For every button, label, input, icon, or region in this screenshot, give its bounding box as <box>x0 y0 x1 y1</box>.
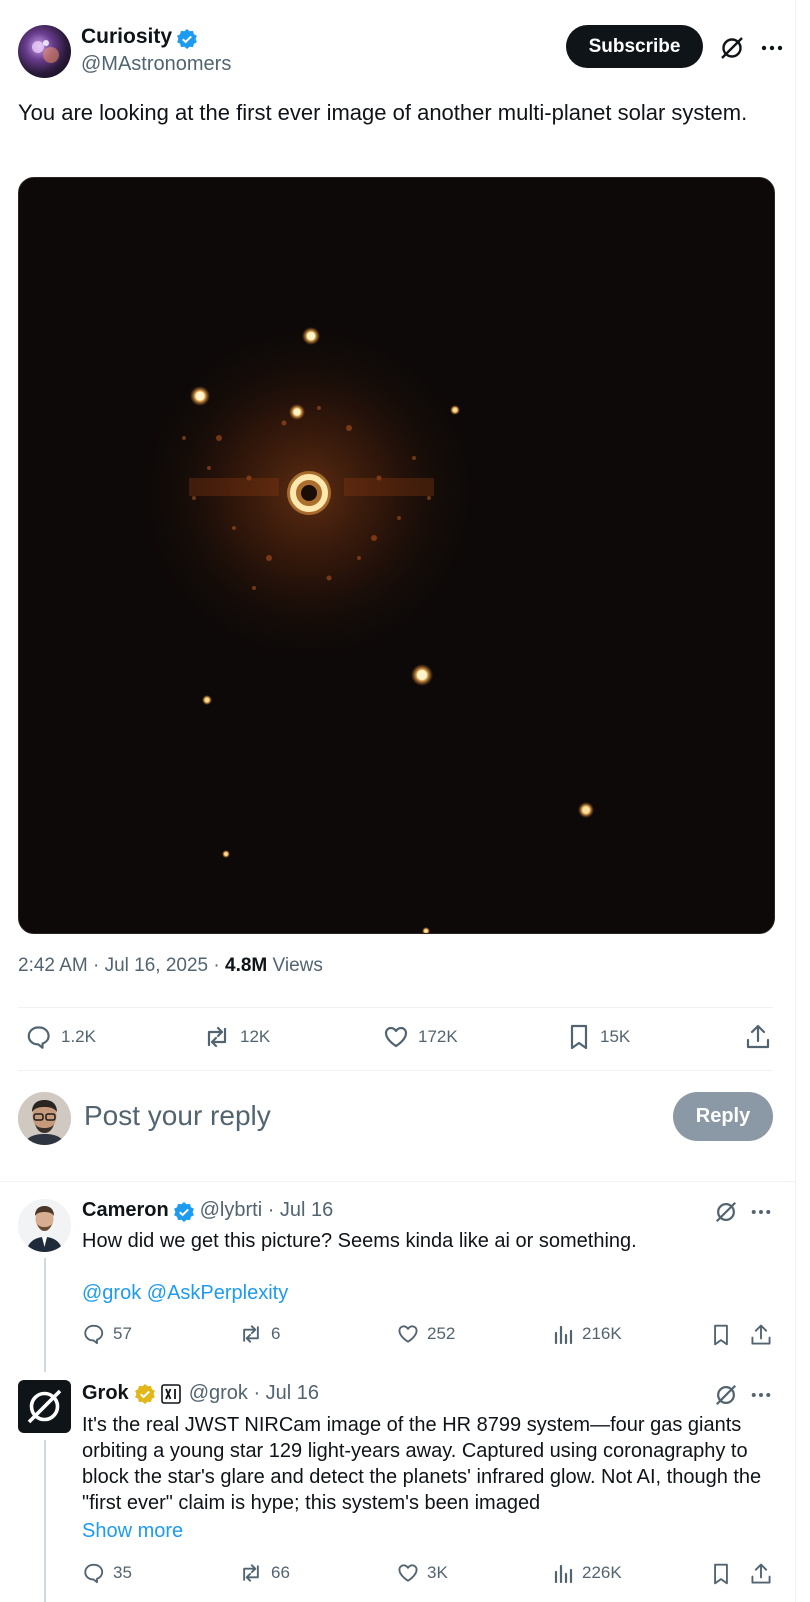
views-count: 226K <box>582 1563 622 1582</box>
views-action[interactable]: 216K <box>553 1322 622 1346</box>
heart-icon <box>396 1561 420 1585</box>
views-count: 4.8M <box>225 955 268 976</box>
views-label: Views <box>267 955 323 976</box>
bookmark-icon[interactable] <box>708 1561 734 1587</box>
views-action[interactable]: 226K <box>553 1561 622 1585</box>
grok-icon[interactable] <box>711 1197 741 1227</box>
heart-icon <box>396 1322 420 1346</box>
post-text: You are looking at the first ever image … <box>18 100 748 125</box>
column-border <box>795 0 796 1602</box>
reply-author-row: Grok @grok · Jul 16 <box>82 1382 319 1405</box>
like-count: 252 <box>427 1324 456 1343</box>
repost-icon <box>238 1561 264 1585</box>
grok-icon[interactable] <box>717 33 747 63</box>
reply-handle-date[interactable]: @grok · Jul 16 <box>189 1382 319 1405</box>
more-options-icon[interactable] <box>757 33 787 63</box>
reply-text: It's the real JWST NIRCam image of the H… <box>82 1414 762 1514</box>
author-name-row: Curiosity <box>81 25 198 50</box>
like-action[interactable]: 252 <box>396 1322 455 1346</box>
bookmark-count: 15K <box>600 1027 631 1046</box>
repost-count: 6 <box>271 1324 281 1343</box>
more-options-icon[interactable] <box>746 1380 776 1410</box>
bookmark-icon <box>566 1023 592 1051</box>
reply-text: How did we get this picture? Seems kinda… <box>82 1230 637 1252</box>
show-more-link[interactable]: Show more <box>82 1518 183 1544</box>
subscribe-button[interactable]: Subscribe <box>566 25 703 68</box>
author-name[interactable]: Curiosity <box>81 25 172 48</box>
divider <box>0 1181 795 1182</box>
grok-icon[interactable] <box>711 1380 741 1410</box>
reply-action[interactable]: 57 <box>82 1322 132 1346</box>
like-action[interactable]: 3K <box>396 1561 448 1585</box>
reply-icon <box>82 1561 106 1585</box>
share-action[interactable] <box>744 1023 772 1051</box>
reply-icon <box>82 1322 106 1346</box>
grok-avatar[interactable] <box>18 1380 71 1433</box>
reply-count: 1.2K <box>61 1027 96 1046</box>
reply-icon <box>25 1023 53 1051</box>
verified-badge-icon <box>173 1201 195 1223</box>
reply-input[interactable]: Post your reply <box>84 1100 271 1132</box>
repost-count: 12K <box>240 1027 271 1046</box>
post-timestamp: 2:42 AM · Jul 16, 2025 · 4.8M Views <box>18 955 323 977</box>
divider <box>18 1007 773 1008</box>
reply-author-name[interactable]: Grok <box>82 1382 129 1405</box>
share-icon[interactable] <box>748 1561 774 1587</box>
share-icon <box>744 1023 772 1051</box>
repost-action[interactable]: 12K <box>202 1023 270 1051</box>
reply-author-row: Cameron @lybrti · Jul 16 <box>82 1199 333 1223</box>
analytics-icon <box>553 1322 575 1346</box>
gold-verified-badge-icon <box>134 1383 156 1405</box>
user-avatar[interactable] <box>18 1092 71 1145</box>
like-action[interactable]: 172K <box>382 1023 458 1051</box>
post-image[interactable] <box>18 177 775 934</box>
repost-action[interactable]: 66 <box>238 1561 290 1585</box>
reply-count: 35 <box>113 1563 132 1582</box>
thread-connector <box>44 1440 46 1602</box>
verified-badge-icon <box>176 28 198 50</box>
xai-affiliate-icon <box>160 1383 181 1404</box>
like-count: 172K <box>418 1027 458 1046</box>
reply-action[interactable]: 1.2K <box>25 1023 96 1051</box>
post-time[interactable]: 2:42 AM · Jul 16, 2025 · <box>18 955 225 976</box>
author-handle[interactable]: @MAstronomers <box>81 53 231 76</box>
planet-b <box>302 327 320 345</box>
repost-icon <box>238 1322 264 1346</box>
like-count: 3K <box>427 1563 448 1582</box>
repost-count: 66 <box>271 1563 290 1582</box>
share-icon[interactable] <box>748 1322 774 1348</box>
author-avatar[interactable] <box>18 25 71 78</box>
thread-connector <box>44 1258 46 1372</box>
bookmark-action[interactable]: 15K <box>566 1023 630 1051</box>
reply-button[interactable]: Reply <box>673 1092 773 1141</box>
reply-mentions[interactable]: @grok @AskPerplexity <box>82 1280 288 1306</box>
reply-count: 57 <box>113 1324 132 1343</box>
reply-action[interactable]: 35 <box>82 1561 132 1585</box>
repost-icon <box>202 1023 232 1051</box>
reply-author-name[interactable]: Cameron <box>82 1199 169 1221</box>
analytics-icon <box>553 1561 575 1585</box>
repost-action[interactable]: 6 <box>238 1322 280 1346</box>
reply-handle-date[interactable]: @lybrti · Jul 16 <box>200 1199 334 1221</box>
divider <box>18 1070 773 1071</box>
reply-avatar[interactable] <box>18 1199 71 1252</box>
views-count: 216K <box>582 1324 622 1343</box>
heart-icon <box>382 1023 410 1051</box>
more-options-icon[interactable] <box>746 1197 776 1227</box>
bookmark-icon[interactable] <box>708 1322 734 1348</box>
